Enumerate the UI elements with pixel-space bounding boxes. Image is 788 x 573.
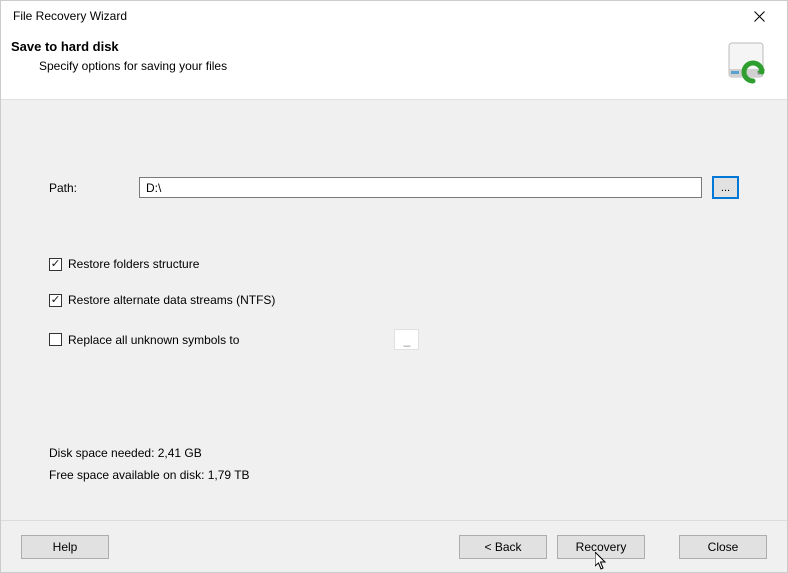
wizard-header: Save to hard disk Specify options for sa… <box>1 31 787 99</box>
footer: Help < Back Recovery Close <box>1 520 787 572</box>
close-icon[interactable] <box>739 2 779 30</box>
help-button[interactable]: Help <box>21 535 109 559</box>
replace-unknown-checkbox[interactable] <box>49 333 62 346</box>
replace-symbol-input[interactable] <box>394 329 419 350</box>
path-row: Path: ... <box>49 176 739 199</box>
options-group: Restore folders structure Restore altern… <box>49 257 739 350</box>
close-button[interactable]: Close <box>679 535 767 559</box>
restore-ads-label: Restore alternate data streams (NTFS) <box>68 293 275 307</box>
disk-space-needed: Disk space needed: 2,41 GB <box>49 446 250 460</box>
restore-ads-row: Restore alternate data streams (NTFS) <box>49 293 739 307</box>
disk-recovery-icon <box>725 39 771 85</box>
replace-unknown-label: Replace all unknown symbols to <box>68 333 239 347</box>
disk-stats: Disk space needed: 2,41 GB Free space av… <box>49 446 250 490</box>
titlebar: File Recovery Wizard <box>1 1 787 31</box>
replace-unknown-row: Replace all unknown symbols to <box>49 329 739 350</box>
browse-button[interactable]: ... <box>712 176 739 199</box>
disk-space-free: Free space available on disk: 1,79 TB <box>49 468 250 482</box>
page-title: Save to hard disk <box>11 39 227 54</box>
window-title: File Recovery Wizard <box>13 9 127 23</box>
wizard-window: File Recovery Wizard Save to hard disk S… <box>0 0 788 573</box>
back-button[interactable]: < Back <box>459 535 547 559</box>
page-subtitle: Specify options for saving your files <box>39 59 227 73</box>
restore-folders-row: Restore folders structure <box>49 257 739 271</box>
restore-ads-checkbox[interactable] <box>49 294 62 307</box>
recovery-button[interactable]: Recovery <box>557 535 645 559</box>
restore-folders-label: Restore folders structure <box>68 257 199 271</box>
path-input[interactable] <box>139 177 702 198</box>
path-label: Path: <box>49 181 129 195</box>
restore-folders-checkbox[interactable] <box>49 258 62 271</box>
content-panel: Path: ... Restore folders structure Rest… <box>1 99 787 520</box>
